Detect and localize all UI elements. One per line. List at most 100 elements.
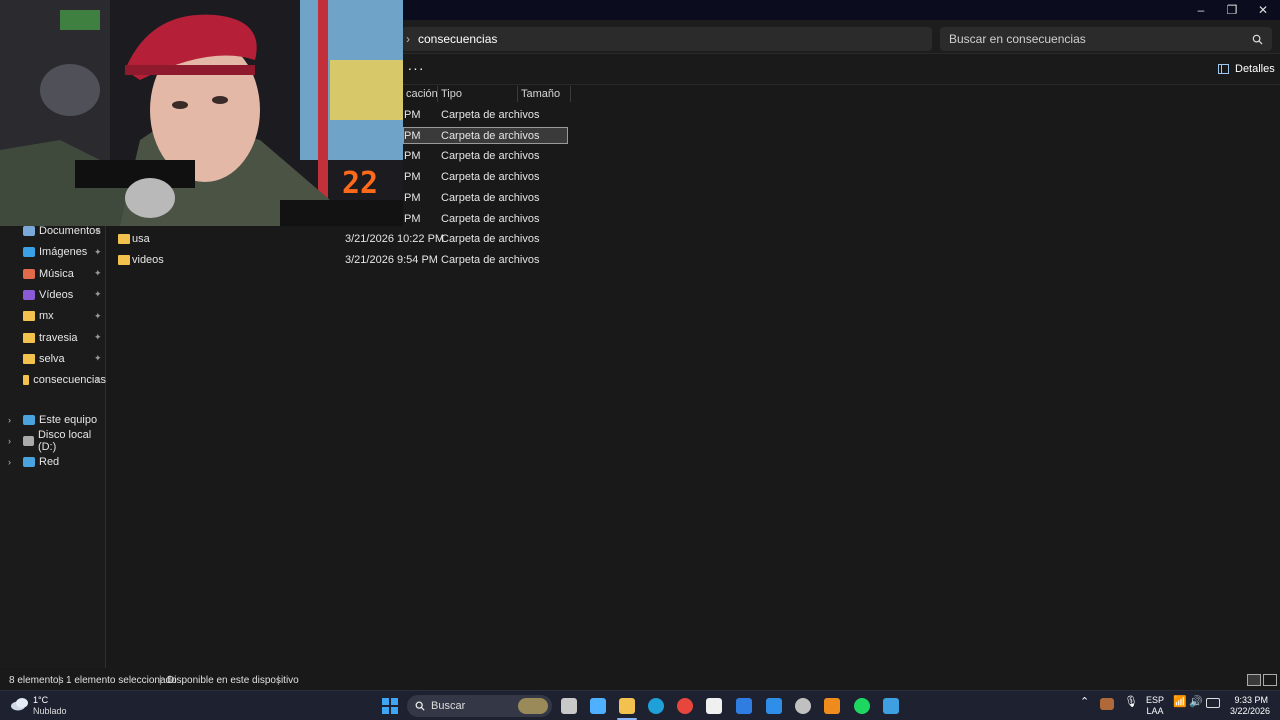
folder-icon	[23, 353, 35, 364]
pictures-icon	[23, 247, 35, 258]
tiles-view-toggle[interactable]	[1263, 674, 1277, 686]
sidebar-item-consecuencias[interactable]: consecuencias ✦	[0, 370, 106, 390]
status-separator: |	[159, 675, 162, 686]
search-input[interactable]: Buscar en consecuencias	[940, 27, 1272, 51]
column-size[interactable]: Tamaño	[518, 86, 571, 102]
weather-desc[interactable]: Nublado	[33, 706, 67, 717]
breadcrumb-consecuencias[interactable]: consecuencias	[418, 32, 497, 46]
file-row[interactable]: videos 3/21/2026 9:54 PM Carpeta de archiv…	[107, 250, 577, 270]
file-type: Carpeta de archivos	[441, 109, 540, 121]
file-date: PM	[404, 150, 421, 163]
folder-icon	[118, 254, 130, 265]
start-icon[interactable]	[382, 698, 398, 714]
fl-studio-icon[interactable]	[824, 698, 840, 714]
file-name[interactable]: usa	[132, 233, 150, 245]
sidebar-tree-label: Red	[39, 456, 60, 468]
status-separator: |	[277, 675, 280, 686]
file-date: PM	[404, 171, 421, 184]
file-explorer-icon[interactable]	[619, 698, 635, 714]
sidebar-item-travesia[interactable]: travesia ✦	[0, 328, 106, 348]
sidebar-tree-label: Disco local (D:)	[37, 429, 92, 453]
pin-icon[interactable]: ✦	[94, 268, 102, 279]
details-view-toggle[interactable]	[1247, 674, 1261, 686]
volume-icon[interactable]: 🔊	[1189, 697, 1203, 708]
details-label: Detalles	[1235, 63, 1275, 75]
sidebar-tree-red[interactable]: › Red	[0, 452, 106, 472]
close-button[interactable]: ✕	[1247, 0, 1279, 20]
maximize-button[interactable]: ❐	[1216, 0, 1248, 20]
battery-icon[interactable]	[1206, 698, 1220, 708]
sidebar-item-música[interactable]: Música ✦	[0, 264, 106, 284]
language-top: ESP	[1146, 695, 1165, 705]
store-icon[interactable]	[706, 698, 722, 714]
app-icon[interactable]	[736, 698, 752, 714]
sidebar-tree-disco-local-d[interactable]: › Disco local (D:)	[0, 429, 106, 453]
sidebar-item-vídeos[interactable]: Vídeos ✦	[0, 285, 106, 305]
network-icon	[23, 457, 35, 467]
clock[interactable]: 9:33 PM 3/22/2026	[1230, 695, 1270, 717]
paint-icon[interactable]	[883, 698, 899, 714]
file-row[interactable]: usa 3/21/2026 10:22 PM Carpeta de archivos	[107, 229, 577, 249]
pin-icon[interactable]: ✦	[94, 226, 102, 237]
pin-icon[interactable]: ✦	[94, 332, 102, 343]
sidebar-item-label: Documentos	[39, 225, 101, 237]
show-hidden-icons[interactable]: ⌃	[1080, 697, 1089, 708]
drive-icon	[23, 436, 34, 446]
more-options-button[interactable]: ···	[406, 61, 426, 79]
pin-icon[interactable]: ✦	[94, 247, 102, 258]
file-type: Carpeta de archivos	[441, 212, 540, 225]
spotify-icon[interactable]	[854, 698, 870, 714]
details-pane-icon	[1218, 64, 1229, 74]
computer-icon	[23, 415, 35, 425]
taskbar-search-label: Buscar	[431, 700, 466, 712]
file-date: 3/21/2026 9:54 PM	[345, 253, 438, 266]
steam-icon[interactable]	[795, 698, 811, 714]
weather-cloud-icon[interactable]	[10, 697, 30, 711]
file-type: Carpeta de archivos	[441, 253, 540, 266]
file-type: Carpeta de archivos	[441, 129, 540, 142]
file-date: PM	[404, 109, 421, 121]
address-bar[interactable]: › consecuencias	[402, 27, 932, 51]
weather-temp[interactable]: 1°C	[33, 695, 48, 706]
microphone-icon[interactable]: 🎙	[1124, 697, 1138, 708]
mail-icon[interactable]	[766, 698, 782, 714]
column-date[interactable]: cación	[403, 86, 438, 102]
file-type: Carpeta de archivos	[441, 191, 540, 204]
folder-icon	[118, 234, 130, 245]
document-icon	[23, 226, 35, 236]
edge-icon[interactable]	[648, 698, 664, 714]
sidebar-item-imágenes[interactable]: Imágenes ✦	[0, 242, 106, 262]
sidebar-item-label: mx	[39, 310, 54, 323]
sidebar-item-mx[interactable]: mx ✦	[0, 306, 106, 326]
expand-chevron-icon[interactable]: ›	[8, 457, 11, 467]
sidebar-item-selva[interactable]: selva ✦	[0, 349, 106, 369]
taskbar-search[interactable]: Buscar	[407, 695, 552, 717]
expand-chevron-icon[interactable]: ›	[8, 436, 11, 446]
widgets-icon[interactable]	[561, 698, 577, 714]
search-icon	[415, 701, 425, 711]
search-icon[interactable]	[1252, 34, 1263, 45]
file-name[interactable]: videos	[132, 254, 164, 266]
pin-icon[interactable]: ✦	[94, 311, 102, 322]
webcam-overlay: 22	[0, 0, 403, 226]
pin-icon[interactable]: ✦	[94, 375, 102, 386]
wifi-icon[interactable]: 📶	[1173, 697, 1187, 708]
sidebar-item-label: Imágenes	[39, 246, 88, 259]
status-item-count: 8 elementos	[9, 675, 64, 686]
language-indicator[interactable]: ESP LAA	[1146, 695, 1164, 717]
column-type[interactable]: Tipo	[438, 86, 518, 102]
webcam-image: 22	[0, 0, 403, 226]
expand-chevron-icon[interactable]: ›	[8, 415, 11, 425]
pin-icon[interactable]: ✦	[94, 289, 102, 300]
sidebar-item-label: travesia	[39, 331, 78, 344]
chrome-icon[interactable]	[677, 698, 693, 714]
sidebar-tree-label: Este equipo	[39, 414, 98, 426]
details-button[interactable]: Detalles	[1218, 63, 1275, 75]
sidebar-tree-este-equipo[interactable]: › Este equipo	[0, 410, 106, 430]
pin-icon[interactable]: ✦	[94, 353, 102, 364]
news-icon[interactable]	[590, 698, 606, 714]
minimize-button[interactable]: –	[1185, 0, 1217, 20]
breadcrumb-chevron-icon: ›	[406, 32, 410, 46]
file-date: PM	[404, 212, 421, 225]
tray-app-icon[interactable]	[1100, 698, 1114, 710]
